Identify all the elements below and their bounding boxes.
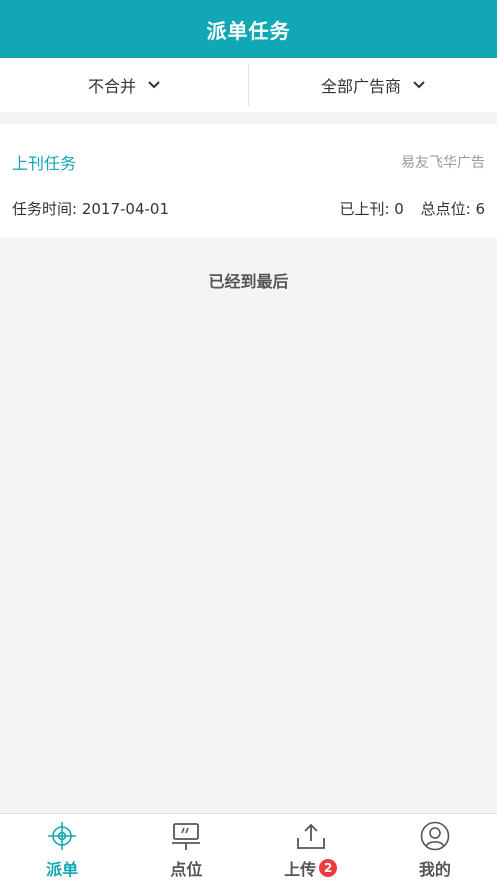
upload-icon [296, 821, 326, 851]
tab-label: 上传 [284, 860, 317, 879]
task-card[interactable]: 上刊任务 易友飞华广告 任务时间: 2017-04-01 已上刊: 0 总点位:… [0, 124, 497, 238]
task-header-row: 上刊任务 易友飞华广告 [12, 150, 485, 174]
tab-points[interactable]: 点位 [124, 814, 248, 883]
user-icon [420, 821, 450, 851]
published-count: 已上刊: 0 [339, 200, 404, 218]
task-info-row: 任务时间: 2017-04-01 已上刊: 0 总点位: 6 [12, 198, 485, 219]
task-time: 任务时间: 2017-04-01 [12, 200, 169, 218]
top-bar: 派单任务 [0, 0, 497, 58]
filter-bar: 不合并 全部广告商 [0, 58, 497, 112]
billboard-icon [171, 821, 201, 851]
tab-label: 派单 [46, 860, 79, 879]
advertiser-filter-dropdown[interactable]: 全部广告商 [249, 58, 497, 112]
tab-label: 点位 [170, 860, 203, 879]
upload-count-badge: 2 [319, 859, 338, 877]
tab-label-wrap: 上传 2 [284, 851, 338, 880]
advertiser-name: 易友飞华广告 [401, 155, 485, 171]
list-end-text: 已经到最后 [208, 272, 289, 291]
tab-dispatch[interactable]: 派单 [0, 814, 124, 883]
advertiser-filter-label: 全部广告商 [320, 77, 401, 96]
crosshair-icon [47, 821, 77, 851]
tab-upload[interactable]: 上传 2 [249, 814, 373, 883]
page-title: 派单任务 [206, 18, 291, 43]
tab-label: 我的 [418, 860, 451, 879]
chevron-down-icon [413, 81, 425, 89]
bottom-tab-bar: 派单 点位 上传 2 我的 [0, 813, 497, 883]
merge-filter-label: 不合并 [87, 77, 136, 96]
task-counts: 已上刊: 0 总点位: 6 [339, 198, 485, 219]
app: 派单任务 不合并 全部广告商 上刊任务 易友飞华广告 任务时间: 2017-04… [0, 0, 497, 883]
merge-filter-dropdown[interactable]: 不合并 [0, 58, 248, 112]
tab-profile[interactable]: 我的 [373, 814, 497, 883]
chevron-down-icon [148, 81, 160, 89]
task-type: 上刊任务 [12, 154, 77, 173]
total-points-count: 总点位: 6 [420, 200, 485, 218]
